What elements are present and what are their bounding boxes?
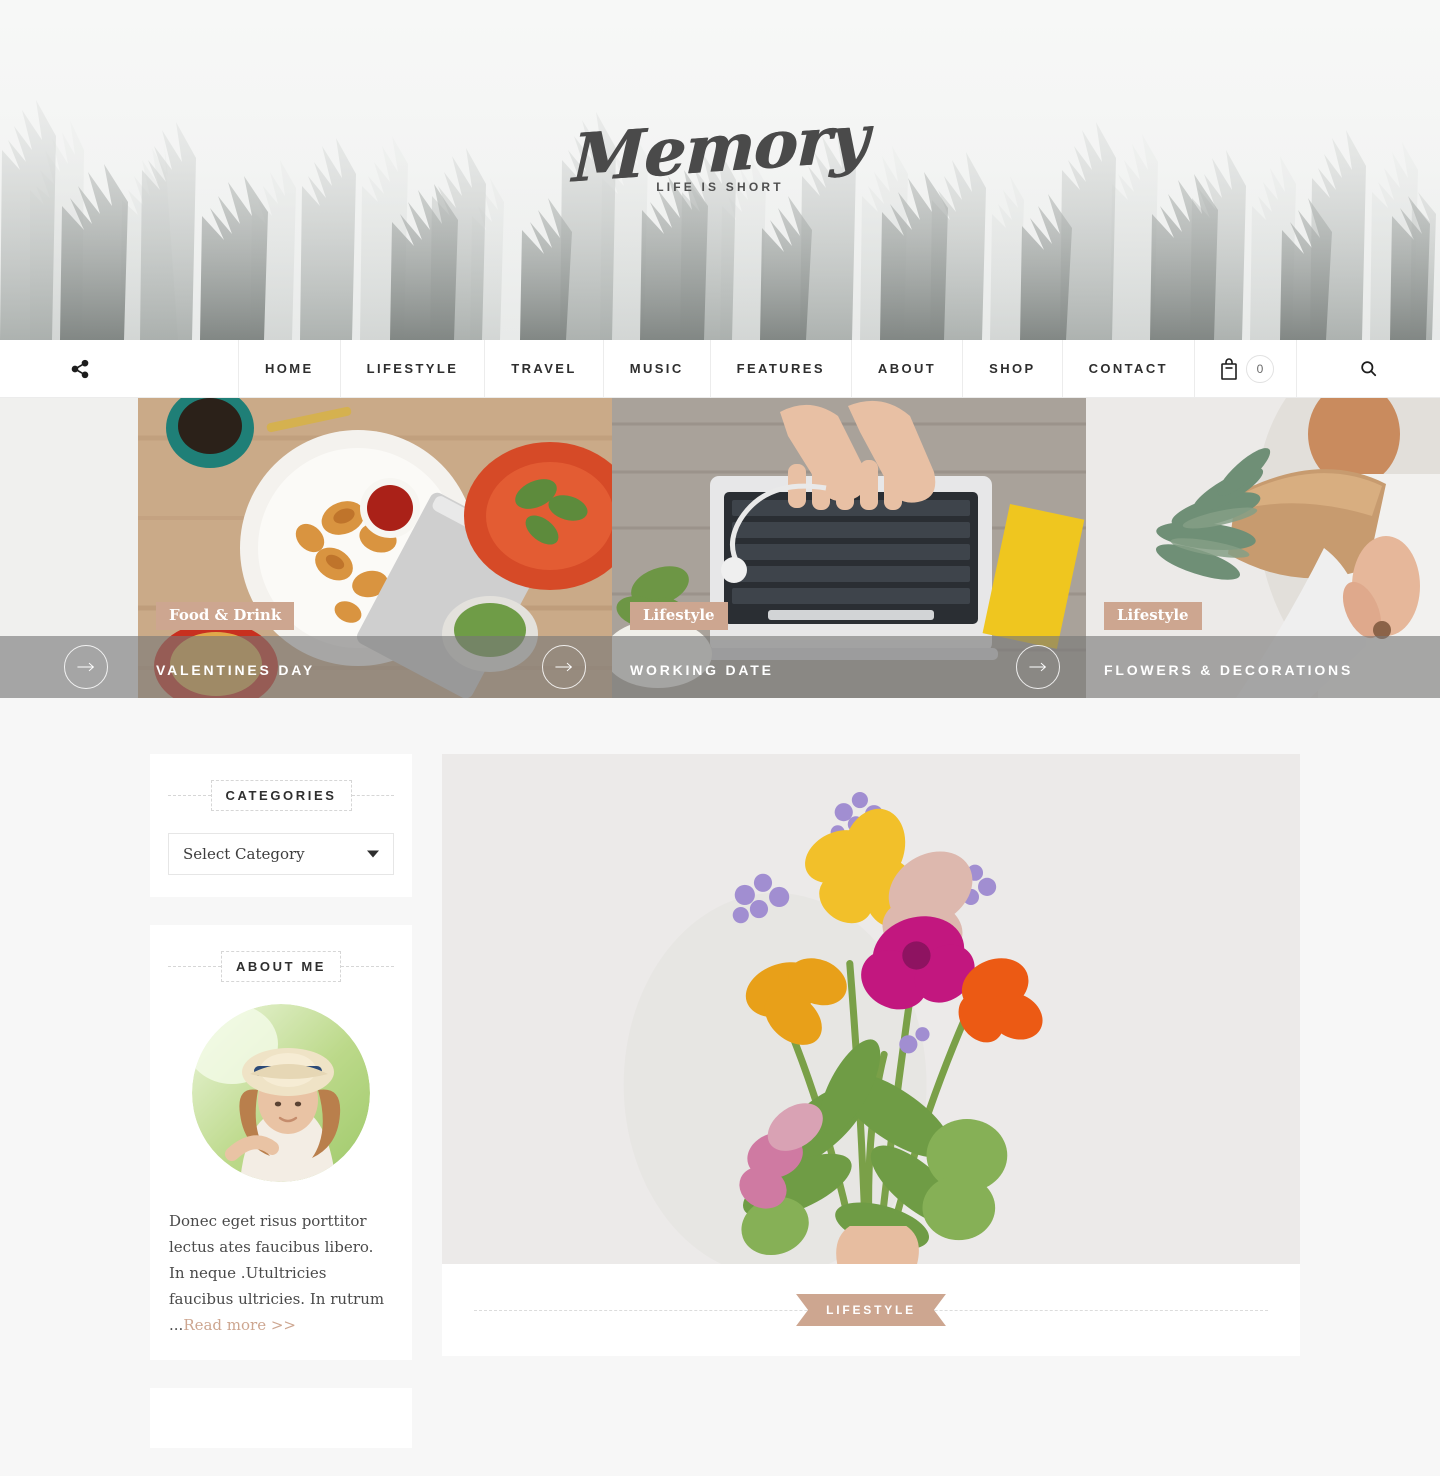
avatar-container: [168, 1004, 394, 1182]
nav-item-features[interactable]: FEATURES: [709, 340, 851, 397]
widget-header: CATEGORIES: [168, 780, 394, 811]
nav-item-shop[interactable]: SHOP: [962, 340, 1061, 397]
logo-wordmark: Memory: [570, 98, 870, 198]
arrow-right-icon: [77, 662, 94, 672]
widget-title-about-me: ABOUT ME: [220, 951, 342, 982]
site-logo[interactable]: Memory LIFE IS SHORT: [0, 98, 1440, 197]
slider-slide-partial[interactable]: [0, 398, 138, 698]
nav-item-music[interactable]: MUSIC: [602, 340, 710, 397]
nav-item-travel[interactable]: TRAVEL: [484, 340, 602, 397]
nav-item-lifestyle[interactable]: LIFESTYLE: [339, 340, 485, 397]
nav-label: SHOP: [989, 361, 1036, 376]
widget-next: [150, 1388, 412, 1448]
arrow-right-icon: [555, 662, 572, 672]
about-me-text: Donec eget risus porttitor lectus ates f…: [168, 1208, 394, 1338]
divider-left: [168, 795, 211, 796]
cart-button[interactable]: 0: [1193, 340, 1297, 397]
share-icon: [71, 359, 89, 378]
widget-categories: CATEGORIES Select Category: [150, 754, 412, 897]
post-category-ribbon[interactable]: LIFESTYLE: [796, 1294, 946, 1326]
read-more-link[interactable]: Read more >>: [183, 1316, 296, 1334]
post-featured-image[interactable]: [442, 754, 1300, 1264]
site-header: Memory LIFE IS SHORT: [0, 0, 1440, 340]
page-body: CATEGORIES Select Category ABOUT ME Done…: [0, 698, 1440, 1476]
widget-about-me: ABOUT ME Donec eget risus porttitor lect…: [150, 925, 412, 1360]
widget-header: ABOUT ME: [168, 951, 395, 982]
search-icon: [1361, 361, 1377, 377]
slider-slide-valentines[interactable]: Food & Drink VALENTINES DAY: [138, 398, 612, 698]
share-button[interactable]: [0, 340, 160, 397]
slide-title[interactable]: FLOWERS & DECORATIONS: [1104, 662, 1353, 678]
category-select-value: Select Category: [183, 845, 305, 863]
divider-right: [351, 795, 394, 796]
slide-next-arrow[interactable]: [64, 645, 108, 689]
search-button[interactable]: [1297, 340, 1440, 397]
nav-label: CONTACT: [1088, 361, 1168, 376]
featured-posts-slider: Food & Drink VALENTINES DAY Lifestyle WO…: [0, 398, 1440, 698]
cart-count-badge: 0: [1245, 354, 1274, 383]
nav-menu: HOME LIFESTYLE TRAVEL MUSIC FEATURES ABO…: [238, 340, 1194, 397]
avatar: [192, 1004, 370, 1182]
nav-label: LIFESTYLE: [366, 361, 459, 376]
nav-label: FEATURES: [736, 361, 825, 376]
main-navigation: HOME LIFESTYLE TRAVEL MUSIC FEATURES ABO…: [0, 340, 1440, 398]
nav-label: TRAVEL: [511, 361, 577, 376]
divider-left: [168, 966, 221, 967]
post-card: LIFESTYLE: [442, 754, 1300, 1356]
main-content: LIFESTYLE: [442, 754, 1300, 1476]
slide-category-badge[interactable]: Lifestyle: [630, 601, 728, 630]
arrow-right-icon: [1029, 662, 1046, 672]
slide-next-arrow[interactable]: [542, 645, 586, 689]
nav-label: MUSIC: [629, 361, 684, 376]
slide-next-arrow[interactable]: [1016, 645, 1060, 689]
shopping-bag-icon: [1221, 357, 1237, 380]
sidebar: CATEGORIES Select Category ABOUT ME Done…: [150, 754, 412, 1476]
post-meta: LIFESTYLE: [442, 1264, 1300, 1356]
slider-slide-flowers[interactable]: Lifestyle FLOWERS & DECORATIONS: [1086, 398, 1440, 698]
slide-category-badge[interactable]: Food & Drink: [156, 601, 295, 630]
category-select[interactable]: Select Category: [168, 833, 394, 875]
chevron-down-icon: [367, 850, 379, 858]
slider-slide-working-date[interactable]: Lifestyle WORKING DATE: [612, 398, 1086, 698]
nav-label: HOME: [265, 361, 314, 376]
slide-title[interactable]: WORKING DATE: [630, 662, 774, 678]
slide-title[interactable]: VALENTINES DAY: [156, 662, 315, 678]
nav-item-about[interactable]: ABOUT: [850, 340, 962, 397]
slide-category-badge[interactable]: Lifestyle: [1104, 601, 1202, 630]
nav-item-contact[interactable]: CONTACT: [1061, 340, 1194, 397]
nav-label: ABOUT: [877, 361, 937, 376]
divider-right: [341, 966, 395, 967]
widget-title-categories: CATEGORIES: [210, 780, 352, 811]
nav-item-home[interactable]: HOME: [238, 340, 340, 397]
